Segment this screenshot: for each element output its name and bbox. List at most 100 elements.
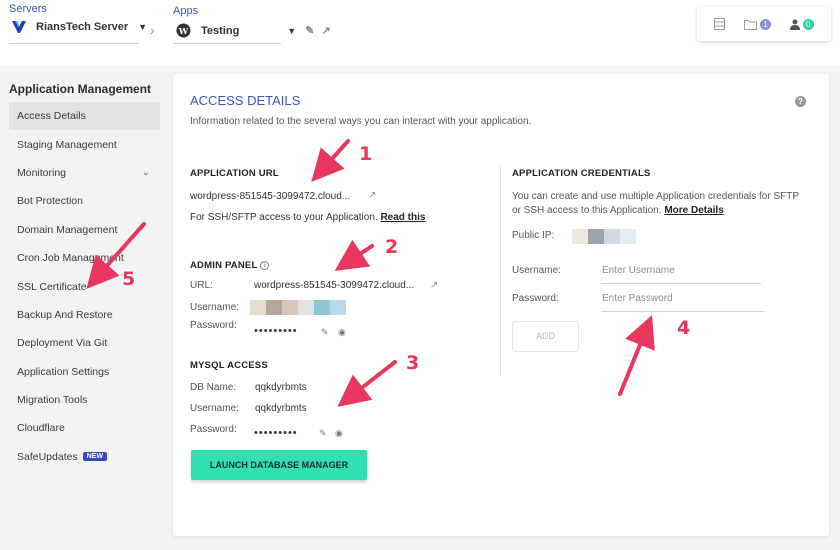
sidebar-item-label: Staging Management [17, 138, 117, 151]
sidebar-item-label: SSL Certificate [17, 280, 87, 293]
admin-username-label: Username: [190, 302, 239, 313]
page-subtitle: Information related to the several ways … [190, 116, 532, 127]
files-count-badge: 1 [759, 18, 771, 30]
top-right-widgets: 1 0 [697, 7, 831, 41]
password-input[interactable]: Enter Password [601, 292, 764, 312]
admin-password-label: Password: [190, 320, 237, 331]
edit-admin-password-icon[interactable]: ✎ [321, 327, 329, 338]
open-admin-external-icon[interactable]: ↗ [430, 280, 438, 291]
ssh-note-text: For SSH/SFTP access to your Application. [190, 212, 378, 223]
edit-app-icon[interactable]: ✎ [305, 24, 314, 37]
admin-panel-heading-text: ADMIN PANEL [190, 260, 258, 271]
server-underline [9, 43, 139, 44]
open-url-external-icon[interactable]: ↗ [368, 190, 376, 201]
wordpress-logo-icon: W [176, 23, 191, 38]
sidebar-item-label: Application Settings [17, 365, 110, 378]
admin-url-label: URL: [190, 280, 213, 291]
sidebar-item-bot-protection[interactable]: Bot Protection [9, 187, 160, 215]
sidebar-item-label: Bot Protection [17, 195, 83, 208]
show-db-password-icon[interactable]: ◉ [335, 428, 343, 439]
sidebar-item-label: Cron Job Management [17, 252, 124, 265]
server-dropdown-icon[interactable]: ▼ [138, 22, 147, 32]
credentials-description-line1: You can create and use multiple Applicat… [512, 191, 800, 202]
sidebar-item-label: Monitoring [17, 166, 67, 179]
credentials-description-text: or SSH access to this Application. [512, 205, 662, 216]
folder-icon [743, 19, 757, 30]
public-ip-redacted [572, 229, 636, 244]
sidebar-item-cron-job-management[interactable]: Cron Job Management [9, 244, 160, 272]
servers-label: Servers [9, 3, 47, 15]
admin-username-redacted [250, 300, 346, 315]
username-input[interactable]: Enter Username [601, 264, 761, 284]
sidebar-item-staging-management[interactable]: Staging Management [9, 130, 160, 158]
annotation-number-1: 1 [359, 143, 373, 165]
new-badge: NEW [82, 452, 108, 462]
annotation-number-5: 5 [122, 268, 136, 290]
server-name: RiansTech Server [36, 21, 129, 33]
sidebar-title: Application Management [9, 82, 152, 96]
members-count-badge: 0 [802, 18, 814, 30]
user-icon [789, 19, 800, 30]
sidebar-item-label: Backup And Restore [17, 308, 113, 321]
admin-panel-heading: ADMIN PANEL i [190, 260, 270, 271]
sidebar-item-ssl-certificate[interactable]: SSL Certificate [9, 272, 160, 300]
annotation-number-2: 2 [385, 236, 399, 258]
sidebar-item-migration-tools[interactable]: Migration Tools [9, 386, 160, 414]
credential-password-label: Password: [512, 293, 559, 304]
add-credential-button[interactable]: ADD [512, 321, 579, 352]
sidebar-item-cloudflare[interactable]: Cloudflare [9, 414, 160, 442]
sidebar-nav: Access Details Staging Management Monito… [9, 102, 160, 471]
breadcrumb-chevron-icon: › [150, 22, 155, 38]
read-this-link[interactable]: Read this [380, 212, 425, 223]
chevron-down-icon: ⌄ [141, 167, 150, 179]
sidebar-item-access-details[interactable]: Access Details [9, 102, 160, 131]
db-password-mask: ••••••••• [254, 427, 298, 439]
access-details-card: ACCESS DETAILS Information related to th… [173, 74, 829, 536]
top-bar: Servers RiansTech Server ▼ › Apps W Test… [0, 0, 840, 66]
sidebar-item-safeupdates[interactable]: SafeUpdates NEW [9, 443, 160, 471]
launch-database-manager-button[interactable]: LAUNCH DATABASE MANAGER [191, 450, 367, 480]
projects-button[interactable]: 1 [743, 18, 771, 30]
sidebar-item-label: Domain Management [17, 223, 118, 236]
sidebar-item-label: Migration Tools [17, 394, 88, 407]
server-list-button[interactable] [714, 18, 726, 30]
info-icon[interactable]: i [260, 261, 270, 270]
svg-text:W: W [178, 26, 189, 36]
sidebar-item-label: SafeUpdates [17, 450, 78, 463]
sidebar-item-application-settings[interactable]: Application Settings [9, 358, 160, 386]
db-password-label: Password: [190, 424, 237, 435]
server-selector[interactable]: RiansTech Server ▼ [12, 21, 147, 33]
credential-username-label: Username: [512, 265, 561, 276]
app-underline [173, 43, 281, 44]
show-admin-password-icon[interactable]: ◉ [338, 327, 346, 338]
open-app-external-icon[interactable]: ↗ [321, 24, 330, 37]
sidebar-item-backup-and-restore[interactable]: Backup And Restore [9, 301, 160, 329]
mysql-access-heading: MYSQL ACCESS [190, 360, 268, 371]
vultr-logo-icon [12, 21, 26, 33]
sidebar-item-label: Cloudflare [17, 422, 65, 435]
sidebar-item-deployment-via-git[interactable]: Deployment Via Git [9, 329, 160, 357]
list-icon [714, 18, 726, 30]
annotation-number-4: 4 [677, 317, 691, 339]
admin-password-mask: ••••••••• [254, 325, 298, 337]
db-name-value: qqkdyrbmts [255, 382, 307, 393]
application-url-value: wordpress-851545-3099472.cloud... [190, 191, 351, 202]
db-username-label: Username: [190, 403, 239, 414]
app-selector[interactable]: W Testing ▼ ✎ ↗ [176, 23, 331, 38]
apps-label: Apps [173, 5, 199, 17]
edit-db-password-icon[interactable]: ✎ [319, 428, 327, 439]
admin-url-value: wordpress-851545-3099472.cloud... [254, 280, 415, 291]
sidebar-item-label: Deployment Via Git [17, 337, 108, 350]
db-username-value: qqkdyrbmts [255, 403, 307, 414]
ssh-note: For SSH/SFTP access to your Application.… [190, 212, 425, 223]
app-name: Testing [201, 24, 240, 37]
sidebar-item-label: Access Details [17, 110, 86, 123]
more-details-link[interactable]: More Details [664, 205, 723, 216]
sidebar-item-monitoring[interactable]: Monitoring ⌄ [9, 159, 160, 187]
help-icon[interactable]: ? [795, 96, 806, 107]
app-dropdown-icon[interactable]: ▼ [287, 26, 296, 36]
sidebar-item-domain-management[interactable]: Domain Management [9, 216, 160, 244]
team-members-button[interactable]: 0 [789, 18, 814, 30]
annotation-number-3: 3 [406, 352, 420, 374]
public-ip-label: Public IP: [512, 230, 555, 241]
